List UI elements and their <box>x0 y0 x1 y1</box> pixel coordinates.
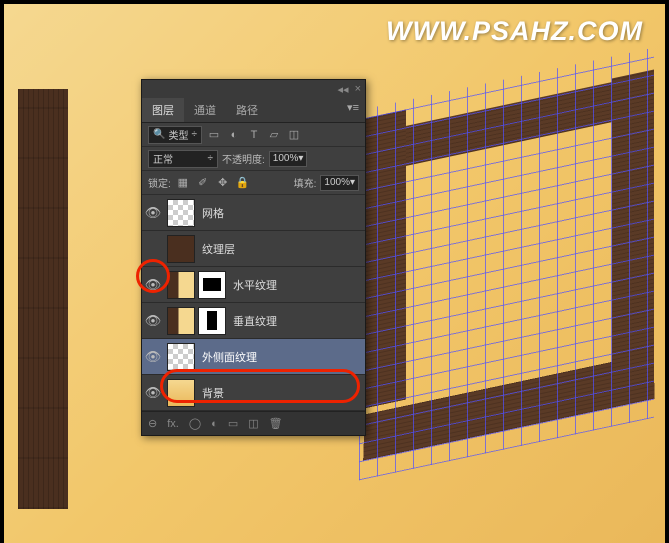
layer-name[interactable]: 水平纹理 <box>233 277 277 293</box>
blend-mode-select[interactable]: 正常 ÷ <box>148 150 218 168</box>
filter-adjust-icon[interactable]: ◐ <box>226 127 242 143</box>
visibility-toggle[interactable]: 👁 <box>142 385 164 401</box>
wireframe-preview <box>374 104 654 454</box>
panel-tabs: 图层 通道 路径 ▾≡ <box>142 98 365 123</box>
lock-all-icon[interactable]: 🔒 <box>235 175 251 191</box>
link-layers-icon[interactable]: ⊖ <box>148 417 157 430</box>
layer-row[interactable]: 👁 背景 <box>142 375 365 411</box>
filter-smart-icon[interactable]: ◫ <box>286 127 302 143</box>
tab-channels[interactable]: 通道 <box>184 98 226 122</box>
fx-icon[interactable]: fx. <box>167 418 179 430</box>
group-icon[interactable]: ▭ <box>228 417 238 430</box>
add-mask-icon[interactable]: ◯ <box>189 417 201 430</box>
layer-thumb[interactable] <box>167 199 195 227</box>
layer-name[interactable]: 网格 <box>202 205 224 221</box>
lock-transparency-icon[interactable]: ▦ <box>175 175 191 191</box>
opacity-label: 不透明度: <box>222 151 265 166</box>
lock-row: 锁定: ▦ ✐ ✥ 🔒 填充: 100% ▾ <box>142 171 365 195</box>
filter-shape-icon[interactable]: ▱ <box>266 127 282 143</box>
layer-row[interactable]: 👁 纹理层 <box>142 231 365 267</box>
layer-name[interactable]: 外侧面纹理 <box>202 349 257 365</box>
layer-name[interactable]: 垂直纹理 <box>233 313 277 329</box>
layer-thumb[interactable] <box>167 271 195 299</box>
layer-thumb[interactable] <box>167 379 195 407</box>
layer-thumb[interactable] <box>167 235 195 263</box>
visibility-toggle[interactable]: 👁 <box>142 241 164 257</box>
lock-move-icon[interactable]: ✥ <box>215 175 231 191</box>
trash-icon[interactable]: 🗑 <box>269 417 283 430</box>
visibility-toggle[interactable]: 👁 <box>142 349 164 365</box>
filter-row: 🔍 类型 ÷ ▭ ◐ T ▱ ◫ <box>142 123 365 147</box>
filter-image-icon[interactable]: ▭ <box>206 127 222 143</box>
layer-thumb[interactable] <box>167 307 195 335</box>
collapse-icon[interactable]: ◂◂ <box>338 83 349 96</box>
blend-row: 正常 ÷ 不透明度: 100% ▾ <box>142 147 365 171</box>
layer-row[interactable]: 👁 外侧面纹理 <box>142 339 365 375</box>
tab-layers[interactable]: 图层 <box>142 98 184 122</box>
opacity-input[interactable]: 100% ▾ <box>269 151 308 167</box>
fill-input[interactable]: 100% ▾ <box>320 175 359 191</box>
layer-name[interactable]: 背景 <box>202 385 224 401</box>
visibility-toggle[interactable]: 👁 <box>142 313 164 329</box>
filter-kind-select[interactable]: 🔍 类型 ÷ <box>148 126 202 144</box>
close-icon[interactable]: × <box>355 83 361 95</box>
wood-texture-strip <box>18 89 68 509</box>
layer-mask-thumb[interactable] <box>198 307 226 335</box>
adjustment-icon[interactable]: ◐ <box>211 418 218 430</box>
tab-paths[interactable]: 路径 <box>226 98 268 122</box>
layer-row[interactable]: 👁 水平纹理 <box>142 267 365 303</box>
visibility-toggle[interactable]: 👁 <box>142 205 164 221</box>
watermark-text: WWW.PSAHZ.COM <box>386 16 643 47</box>
layer-thumb[interactable] <box>167 343 195 371</box>
layer-row[interactable]: 👁 网格 <box>142 195 365 231</box>
layer-list: 👁 网格 👁 纹理层 👁 水平纹理 👁 垂直纹理 <box>142 195 365 411</box>
panel-footer: ⊖ fx. ◯ ◐ ▭ ◫ 🗑 <box>142 411 365 435</box>
new-layer-icon[interactable]: ◫ <box>248 417 258 430</box>
panel-menu-icon[interactable]: ▾≡ <box>341 98 365 122</box>
panel-titlebar: ◂◂ × <box>142 80 365 98</box>
filter-text-icon[interactable]: T <box>246 127 262 143</box>
visibility-toggle[interactable]: 👁 <box>142 277 164 293</box>
layer-name[interactable]: 纹理层 <box>202 241 235 257</box>
lock-paint-icon[interactable]: ✐ <box>195 175 211 191</box>
lock-label: 锁定: <box>148 175 171 190</box>
layer-row[interactable]: 👁 垂直纹理 <box>142 303 365 339</box>
fill-label: 填充: <box>294 175 317 190</box>
layer-mask-thumb[interactable] <box>198 271 226 299</box>
layers-panel: ◂◂ × 图层 通道 路径 ▾≡ 🔍 类型 ÷ ▭ ◐ T ▱ ◫ 正常 ÷ 不… <box>141 79 366 436</box>
